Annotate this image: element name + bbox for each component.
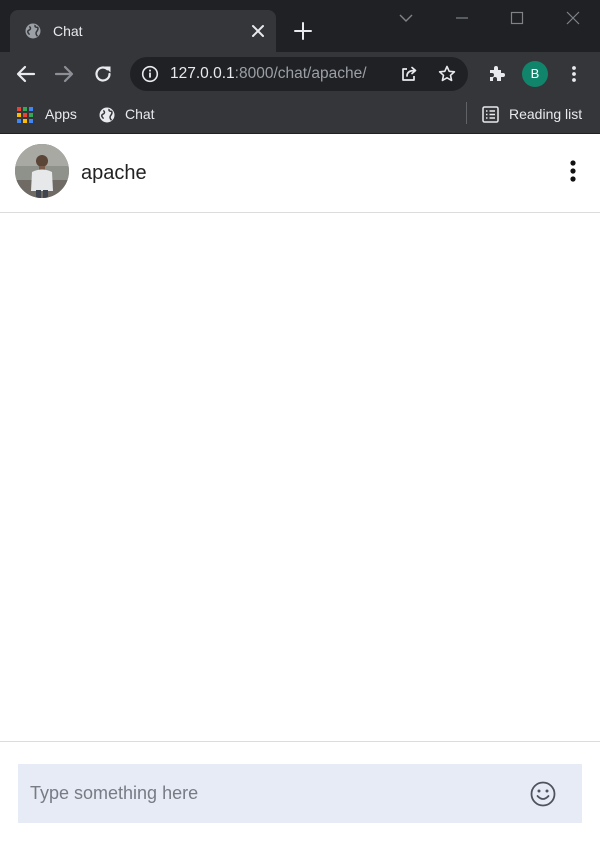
star-icon[interactable] xyxy=(437,64,457,84)
vertical-dots-icon[interactable] xyxy=(562,158,584,184)
maximize-icon[interactable] xyxy=(507,8,527,28)
bookmark-chat[interactable]: Chat xyxy=(96,101,160,127)
reading-list-icon xyxy=(482,106,499,123)
chat-username: apache xyxy=(81,162,147,184)
bookmark-apps-label: Apps xyxy=(45,106,77,122)
address-bar[interactable]: 127.0.0.1:8000/chat/apache/ xyxy=(130,57,468,91)
reading-list-label: Reading list xyxy=(509,106,583,122)
puzzle-icon[interactable] xyxy=(486,63,508,85)
url-path: :8000/chat/apache/ xyxy=(234,65,367,82)
minimize-icon[interactable] xyxy=(452,8,472,28)
window-close-icon[interactable] xyxy=(563,8,583,28)
arrow-left-icon[interactable] xyxy=(15,63,37,85)
plus-icon[interactable] xyxy=(292,20,314,42)
message-input[interactable] xyxy=(18,764,518,823)
chevron-down-icon[interactable] xyxy=(396,8,416,28)
url-host: 127.0.0.1 xyxy=(170,65,235,82)
reading-list-button[interactable]: Reading list xyxy=(480,101,590,127)
avatar[interactable] xyxy=(15,144,69,198)
tab-strip: Chat xyxy=(0,0,600,52)
smiley-icon[interactable] xyxy=(529,780,557,808)
bookmarks-bar: Apps Chat Reading list xyxy=(0,96,600,133)
reload-icon[interactable] xyxy=(92,63,114,85)
bookmark-apps[interactable]: Apps xyxy=(14,101,84,127)
message-composer xyxy=(0,741,600,844)
share-icon[interactable] xyxy=(399,64,419,84)
tab-title: Chat xyxy=(53,23,83,39)
browser-window: Chat 127.0.0.1:8000/chat/apache/ B Apps … xyxy=(0,0,600,844)
bookmarks-divider xyxy=(466,102,467,124)
navigation-toolbar: 127.0.0.1:8000/chat/apache/ B xyxy=(0,52,600,96)
url-text[interactable]: 127.0.0.1:8000/chat/apache/ xyxy=(170,65,367,83)
user-photo xyxy=(15,144,69,198)
globe-icon xyxy=(99,107,115,123)
chat-header: apache xyxy=(0,134,600,213)
globe-icon xyxy=(25,23,41,39)
kebab-menu-icon[interactable] xyxy=(563,63,585,85)
close-icon[interactable] xyxy=(249,22,267,40)
profile-avatar[interactable]: B xyxy=(522,61,548,87)
apps-grid-icon xyxy=(17,107,33,123)
bookmark-chat-label: Chat xyxy=(125,106,155,122)
info-icon[interactable] xyxy=(141,65,159,83)
tab-chat[interactable]: Chat xyxy=(10,10,276,52)
message-input-box xyxy=(18,764,582,823)
message-list xyxy=(0,213,600,741)
arrow-right-icon[interactable] xyxy=(53,63,75,85)
